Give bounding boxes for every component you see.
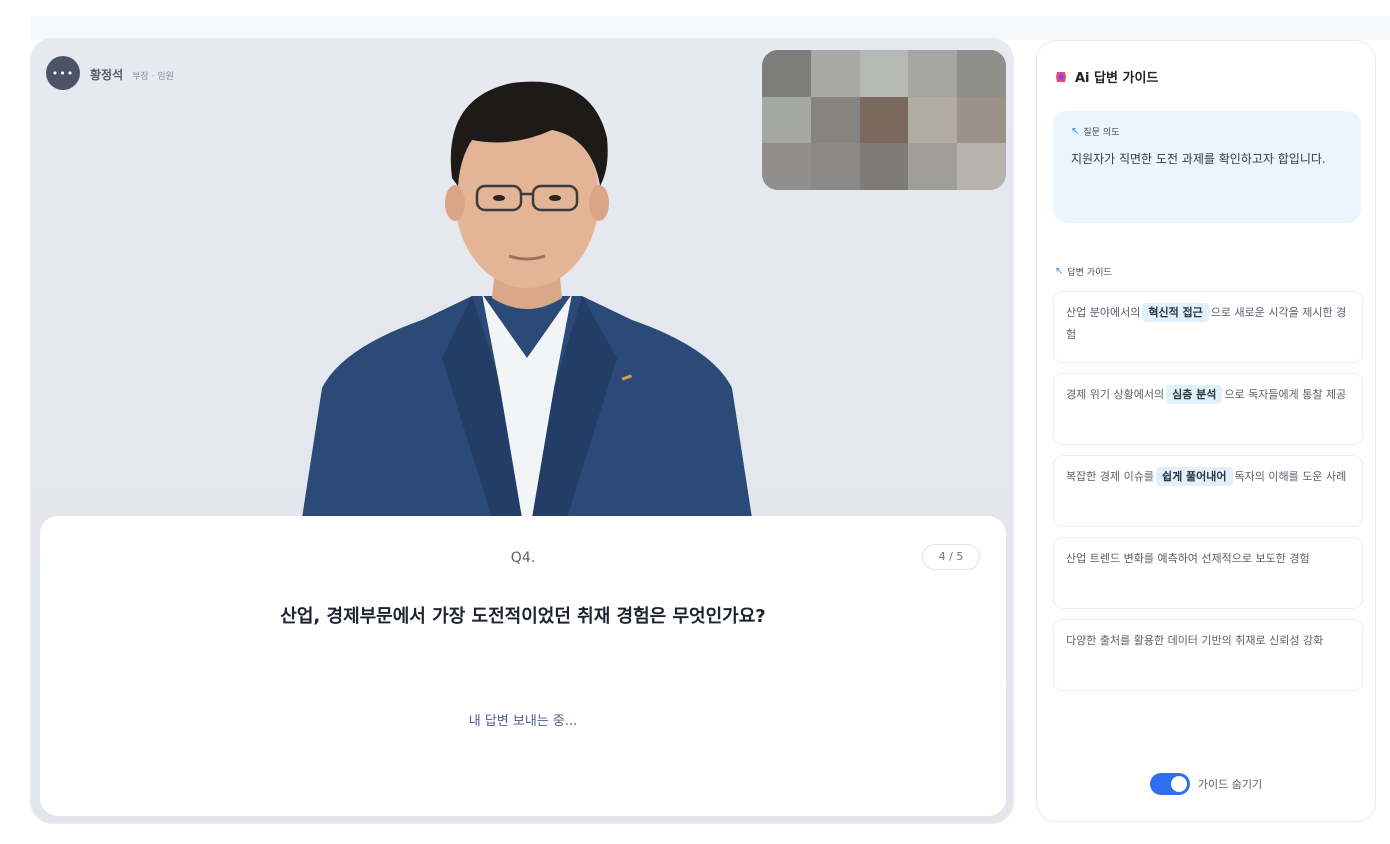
toggle-knob	[1170, 776, 1187, 792]
answer-guide-header: ↖ 답변 가이드	[1055, 265, 1112, 278]
mosaic-tile	[859, 143, 909, 190]
guide-title-text: Ai 답변 가이드	[1075, 71, 1159, 86]
top-band	[30, 16, 1390, 40]
interviewer-info: ••• 황정석 부장 · 임원	[46, 56, 174, 90]
guide-item-text: 독자의 이해를 도운 사례	[1234, 470, 1347, 483]
hide-guide-toggle[interactable]	[1149, 773, 1190, 795]
interviewer-avatar[interactable]: •••	[46, 56, 80, 90]
guide-item-highlight: 쉽게 풀어내어	[1155, 467, 1233, 486]
mosaic-tile	[810, 143, 860, 190]
right-eye	[549, 195, 561, 201]
mosaic-tile	[908, 96, 958, 144]
intent-label: 질문 의도	[1083, 128, 1120, 138]
ai-guide-panel: Ai 답변 가이드 ↖ 질문 의도 지원자가 직면한 도전 과제를 확인하고자 …	[1036, 40, 1376, 822]
mosaic-tile	[810, 96, 860, 144]
question-number: Q4.	[510, 550, 536, 566]
mosaic-tile	[908, 50, 958, 97]
pointer-arrow-icon: ↖	[1055, 266, 1064, 277]
mosaic-tile	[957, 96, 1006, 144]
mosaic-tile	[957, 143, 1006, 190]
guide-item: 복잡한 경제 이슈를 쉽게 풀어내어 독자의 이해를 도운 사례	[1053, 455, 1363, 527]
guide-item: 다양한 출처를 활용한 데이터 기반의 취재로 신뢰성 강화	[1053, 619, 1363, 691]
intent-text: 지원자가 직면한 도전 과제를 확인하고자 합입니다.	[1071, 152, 1326, 166]
mosaic-tile	[762, 96, 811, 144]
question-intent-box: ↖ 질문 의도 지원자가 직면한 도전 과제를 확인하고자 합입니다.	[1053, 111, 1361, 223]
self-camera-preview[interactable]	[762, 50, 1006, 190]
mosaic-tile	[908, 143, 958, 190]
right-ear	[589, 185, 609, 221]
question-counter: 4 / 5	[922, 544, 980, 570]
guide-item: 산업 트렌드 변화를 예측하여 선제적으로 보도한 경험	[1053, 537, 1363, 609]
guide-item-text: 경제 위기 상황에서의	[1066, 388, 1165, 401]
blurred-mosaic	[762, 50, 1006, 190]
mosaic-tile	[810, 50, 860, 97]
pointer-arrow-icon: ↖	[1071, 126, 1080, 137]
interviewer-name: 황정석	[90, 67, 124, 82]
left-eye	[493, 195, 505, 201]
guide-item: 경제 위기 상황에서의 심층 분석 으로 독자들에게 통찰 제공	[1053, 373, 1363, 445]
question-text: 산업, 경제부문에서 가장 도전적이었던 취재 경험은 무엇인가요?	[280, 606, 766, 627]
hide-guide-label[interactable]: 가이드 숨기기	[1198, 776, 1262, 792]
guide-item: 산업 분야에서의 혁신적 접근 으로 새로운 시각을 제시한 경험	[1053, 291, 1363, 363]
answer-status: 내 답변 보내는 중...	[468, 714, 578, 729]
ai-logo-icon	[1056, 71, 1066, 82]
interviewer-video	[302, 81, 752, 518]
guide-item-highlight: 혁신적 접근	[1142, 303, 1209, 322]
hide-guide-toggle-row: 가이드 숨기기	[1037, 773, 1375, 795]
guide-item-text: 다양한 출처를 활용한 데이터 기반의 취재로 신뢰성 강화	[1066, 634, 1324, 647]
video-stage: ••• 황정석 부장 · 임원 Q4. 4 / 5 산업, 경제부문에서 가장 …	[30, 38, 1014, 824]
intent-header: ↖ 질문 의도	[1071, 125, 1343, 138]
mosaic-tile	[762, 143, 811, 190]
mosaic-tile	[859, 50, 909, 97]
question-card: Q4. 4 / 5 산업, 경제부문에서 가장 도전적이었던 취재 경험은 무엇…	[40, 516, 1006, 816]
guide-item-text: 복잡한 경제 이슈를	[1066, 470, 1154, 483]
interviewer-role: 부장 · 임원	[132, 71, 174, 82]
guide-item-text: 산업 트렌드 변화를 예측하여 선제적으로 보도한 경험	[1066, 552, 1310, 565]
guide-item-text: 산업 분야에서의	[1066, 306, 1141, 319]
guide-item-highlight: 심층 분석	[1166, 385, 1223, 404]
mosaic-tile	[762, 50, 811, 97]
mosaic-tile	[859, 96, 909, 144]
guide-title: Ai 답변 가이드	[1055, 67, 1158, 86]
answer-guide-list: 산업 분야에서의 혁신적 접근 으로 새로운 시각을 제시한 경험 경제 위기 상황…	[1053, 291, 1363, 701]
mosaic-tile	[957, 50, 1006, 97]
guide-item-text: 으로 독자들에게 통찰 제공	[1224, 388, 1347, 401]
left-ear	[445, 185, 465, 221]
answer-guide-label: 답변 가이드	[1067, 268, 1112, 278]
